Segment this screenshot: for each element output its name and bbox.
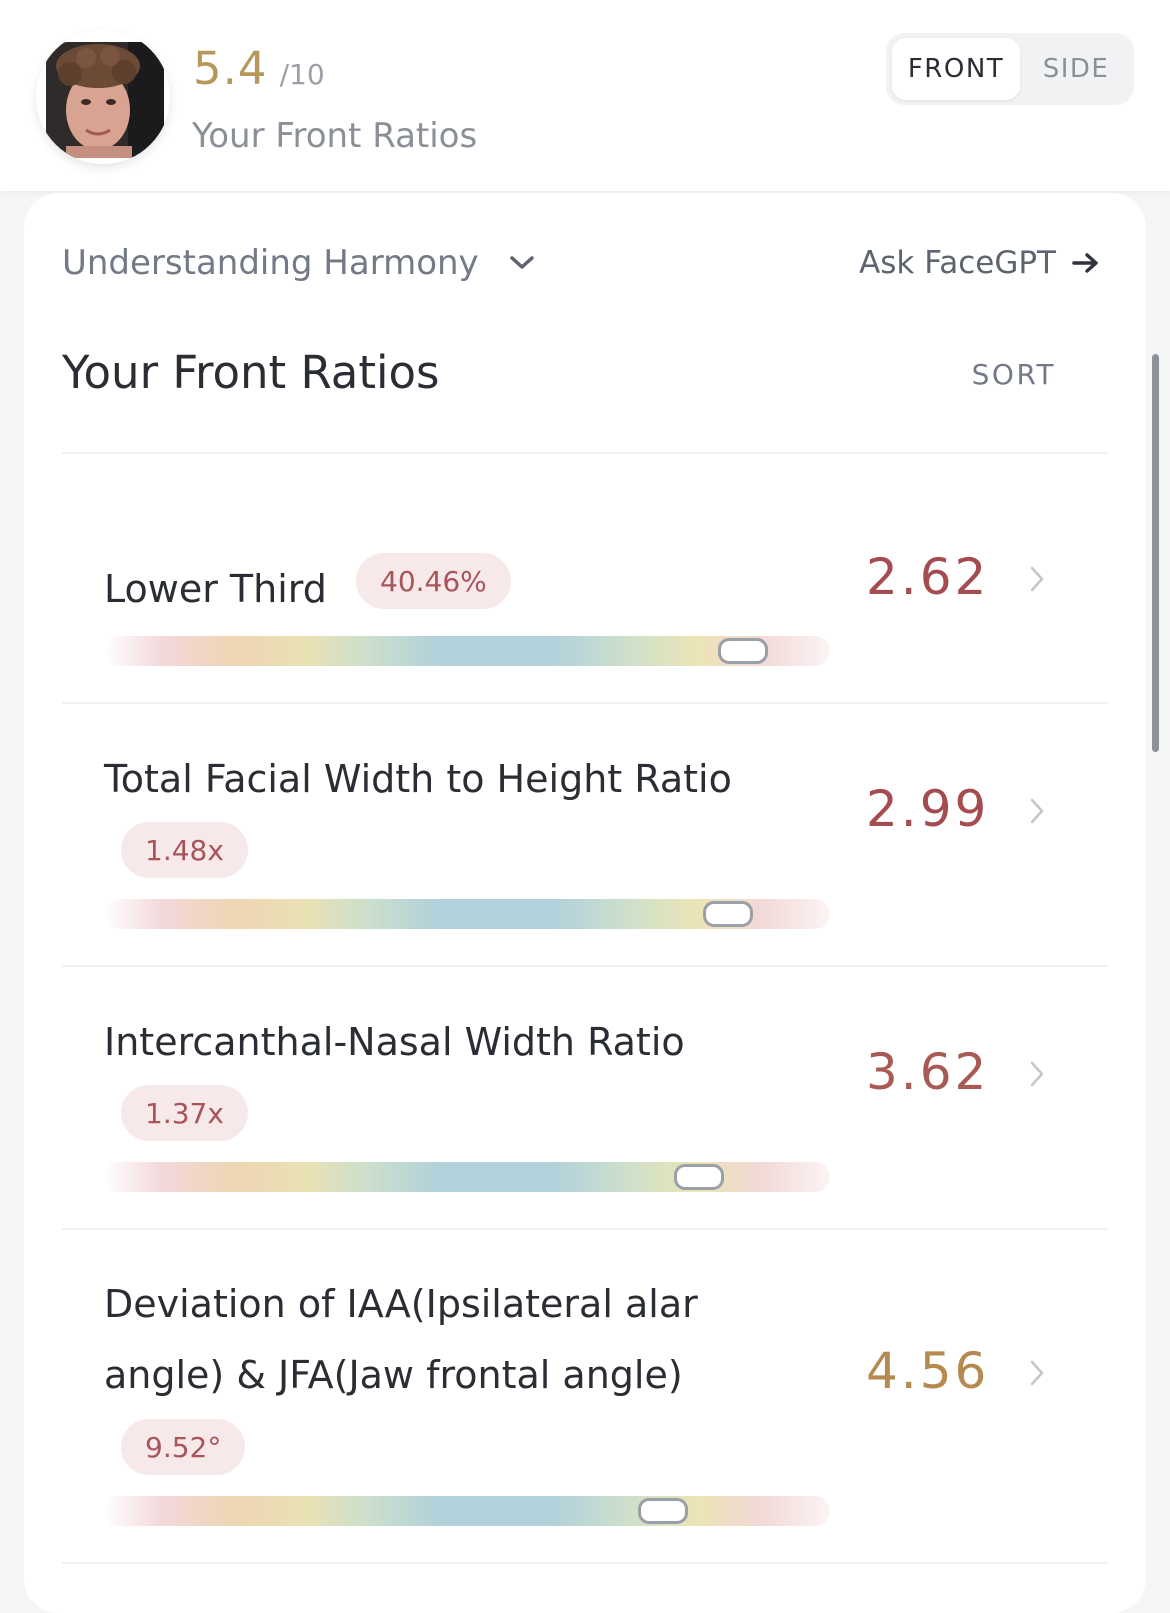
front-side-toggle: FRONT SIDE	[886, 33, 1134, 105]
divider	[62, 1228, 1108, 1230]
page-subtitle: Your Front Ratios	[192, 116, 478, 156]
ratio-badge: 40.46%	[356, 553, 511, 609]
ratio-title[interactable]: Total Facial Width to Height Ratio	[104, 744, 732, 814]
ratio-badge: 1.37x	[121, 1085, 248, 1141]
section-title: Your Front Ratios	[62, 346, 440, 399]
score: 5.4 /10	[193, 42, 325, 98]
ratio-score: 4.56	[866, 1342, 990, 1400]
toggle-side-button[interactable]: SIDE	[1024, 38, 1128, 100]
ratio-title[interactable]: Lower Third	[104, 554, 327, 624]
chevron-right-icon[interactable]	[1028, 1359, 1046, 1387]
toggle-front-button[interactable]: FRONT	[892, 38, 1020, 100]
ratio-score: 2.62	[866, 548, 990, 606]
ratio-title-line-1[interactable]: Deviation of IAA(Ipsilateral alar	[104, 1269, 698, 1339]
ratio-title[interactable]: Intercanthal-Nasal Width Ratio	[104, 1007, 685, 1077]
chevron-right-icon[interactable]	[1028, 565, 1046, 593]
ratio-bar-knob[interactable]	[717, 638, 768, 664]
divider	[62, 1562, 1108, 1564]
ratio-badge: 1.48x	[121, 822, 248, 878]
chevron-right-icon[interactable]	[1028, 797, 1046, 825]
sort-button[interactable]: SORT	[972, 358, 1056, 391]
ratio-bar-knob[interactable]	[703, 901, 754, 927]
ratio-bar	[104, 1496, 830, 1526]
chevron-right-icon[interactable]	[1028, 1060, 1046, 1088]
ratio-score: 2.99	[866, 780, 990, 838]
arrow-right-icon	[1072, 253, 1098, 273]
divider	[62, 965, 1108, 967]
ratio-score: 3.62	[866, 1043, 990, 1101]
ratio-title-line-2[interactable]: angle) & JFA(Jaw frontal angle)	[104, 1340, 683, 1410]
divider	[62, 452, 1108, 454]
ratio-bar-knob[interactable]	[638, 1498, 689, 1524]
ask-facegpt-link[interactable]: Ask FaceGPT	[859, 245, 1100, 281]
header: 5.4 /10 Your Front Ratios FRONT SIDE	[0, 0, 1170, 191]
score-max: /10	[279, 58, 325, 91]
divider	[62, 702, 1108, 704]
ratio-bar-knob[interactable]	[674, 1164, 725, 1190]
understanding-harmony-dropdown[interactable]: Understanding Harmony	[62, 243, 535, 283]
chevron-down-icon	[509, 256, 534, 269]
face-photo-icon	[46, 42, 164, 158]
score-value: 5.4	[193, 42, 268, 95]
ask-facegpt-label: Ask FaceGPT	[859, 245, 1056, 281]
scrollbar[interactable]	[1152, 354, 1159, 752]
understanding-harmony-label: Understanding Harmony	[62, 243, 479, 283]
avatar[interactable]	[36, 30, 170, 164]
ratio-badge: 9.52°	[121, 1419, 246, 1475]
